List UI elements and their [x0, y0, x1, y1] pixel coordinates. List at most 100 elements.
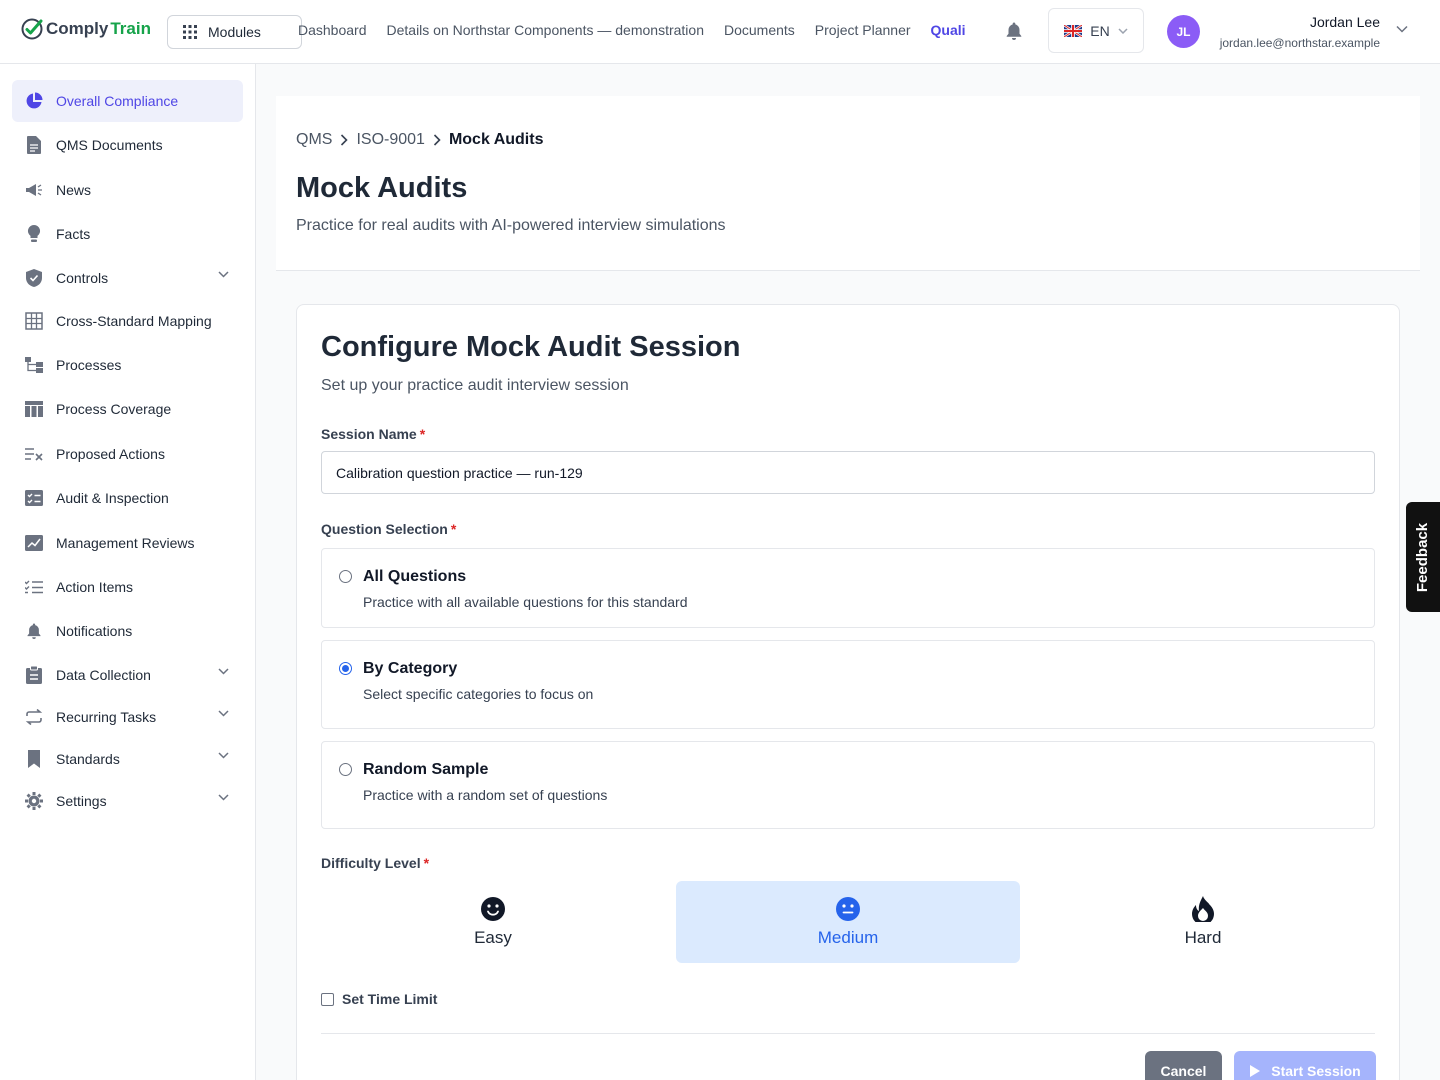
- sidebar-item-process-coverage[interactable]: Process Coverage: [12, 388, 243, 430]
- sidebar-item-label: Overall Compliance: [56, 93, 179, 109]
- check-circle-logo-icon: [21, 18, 43, 40]
- session-name-label-text: Session Name: [321, 426, 417, 442]
- time-limit-checkbox[interactable]: [321, 992, 334, 1006]
- sidebar-item-label: Action Items: [56, 579, 134, 595]
- user-name[interactable]: Jordan Lee: [1310, 14, 1380, 30]
- difficulty-hard-button[interactable]: Hard: [1031, 881, 1375, 963]
- option-description: Select specific categories to focus on: [363, 686, 594, 702]
- nav-quali[interactable]: Quali: [931, 22, 966, 38]
- option-random-sample[interactable]: Random Sample Practice with a random set…: [321, 741, 1375, 829]
- sidebar-item-news[interactable]: News: [12, 169, 243, 211]
- grid-icon: [24, 311, 44, 331]
- sidebar-item-recurring-tasks[interactable]: Recurring Tasks: [12, 696, 243, 738]
- sidebar-item-controls[interactable]: Controls: [12, 257, 243, 299]
- difficulty-label: Easy: [474, 928, 512, 947]
- document-icon: [24, 135, 44, 155]
- sidebar-item-label: Settings: [56, 793, 107, 809]
- option-all-questions[interactable]: All Questions Practice with all availabl…: [321, 548, 1375, 628]
- megaphone-icon: [24, 180, 44, 200]
- sidebar-item-qms-documents[interactable]: QMS Documents: [12, 124, 243, 166]
- repeat-icon: [24, 707, 44, 727]
- difficulty-medium-button[interactable]: Medium: [676, 881, 1020, 963]
- user-menu-chevron-icon[interactable]: [1396, 25, 1408, 33]
- question-selection-label-text: Question Selection: [321, 521, 448, 537]
- time-limit-row[interactable]: Set Time Limit: [321, 991, 437, 1007]
- required-asterisk: *: [419, 426, 426, 442]
- sidebar-item-overall-compliance[interactable]: Overall Compliance: [12, 80, 243, 122]
- nav-dashboard[interactable]: Dashboard: [298, 22, 367, 38]
- table-icon: [24, 399, 44, 419]
- sidebar-item-data-collection[interactable]: Data Collection: [12, 654, 243, 696]
- required-asterisk: *: [423, 855, 430, 871]
- sidebar-item-proposed-actions[interactable]: Proposed Actions: [12, 433, 243, 475]
- sidebar-item-label: Facts: [56, 226, 91, 242]
- top-bar: Comply Train Modules Dashboard Details on…: [0, 0, 1440, 64]
- breadcrumb-mock-audits: Mock Audits: [448, 131, 544, 148]
- sidebar-item-settings[interactable]: Settings: [12, 780, 243, 822]
- uk-flag-icon: [1064, 24, 1083, 37]
- chevron-down-icon[interactable]: [218, 710, 229, 717]
- session-name-input[interactable]: [321, 451, 1375, 494]
- sidebar-item-audit-inspection[interactable]: Audit & Inspection: [12, 477, 243, 519]
- nav-project-planner[interactable]: Project Planner: [815, 22, 911, 38]
- nav-project-details[interactable]: Details on Northstar Components — demons…: [387, 22, 704, 38]
- cancel-button[interactable]: Cancel: [1145, 1051, 1222, 1080]
- play-icon: [1250, 1065, 1261, 1077]
- sidebar-item-action-items[interactable]: Action Items: [12, 566, 243, 608]
- feedback-label: Feedback: [1414, 522, 1432, 592]
- sidebar-item-label: Notifications: [56, 623, 133, 639]
- language-label: EN: [1090, 22, 1110, 39]
- nav-documents[interactable]: Documents: [724, 22, 795, 38]
- option-by-category[interactable]: By Category Select specific categories t…: [321, 640, 1375, 729]
- language-selector[interactable]: EN: [1048, 8, 1144, 53]
- sidebar-item-notifications[interactable]: Notifications: [12, 610, 243, 652]
- modules-button[interactable]: Modules: [167, 15, 302, 49]
- sidebar-item-standards[interactable]: Standards: [12, 738, 243, 780]
- chevron-right-icon: [433, 134, 441, 146]
- feedback-tab[interactable]: Feedback: [1406, 502, 1440, 612]
- sidebar-item-facts[interactable]: Facts: [12, 213, 243, 255]
- chart-edit-icon: [24, 533, 44, 553]
- pie-chart-icon: [24, 91, 44, 111]
- difficulty-easy-button[interactable]: Easy: [321, 881, 665, 963]
- time-limit-label: Set Time Limit: [342, 991, 438, 1007]
- radio-random-sample[interactable]: [339, 763, 352, 776]
- sidebar-item-processes[interactable]: Processes: [12, 344, 243, 386]
- bell-icon[interactable]: [1005, 21, 1023, 41]
- sidebar-item-label: QMS Documents: [56, 137, 163, 153]
- breadcrumb: QMS ISO-9001 Mock Audits: [296, 131, 543, 149]
- breadcrumb-iso-9001[interactable]: ISO-9001: [356, 131, 424, 149]
- question-selection-label: Question Selection *: [321, 521, 456, 537]
- lightbulb-icon: [24, 224, 44, 244]
- radio-by-category[interactable]: [339, 662, 352, 675]
- chevron-down-icon[interactable]: [218, 794, 229, 801]
- sidebar-item-label: Cross-Standard Mapping: [56, 313, 212, 329]
- bell-icon: [24, 621, 44, 641]
- required-asterisk: *: [450, 521, 457, 537]
- avatar[interactable]: JL: [1167, 15, 1200, 48]
- sidebar-item-cross-standard-mapping[interactable]: Cross-Standard Mapping: [12, 300, 243, 342]
- user-email: jordan.lee@northstar.example: [1219, 36, 1380, 50]
- app-logo[interactable]: Comply Train: [20, 17, 151, 41]
- sidebar-item-management-reviews[interactable]: Management Reviews: [12, 522, 243, 564]
- neutral-face-icon: [836, 897, 860, 921]
- breadcrumb-qms[interactable]: QMS: [296, 131, 332, 149]
- flame-icon: [1192, 896, 1214, 922]
- sidebar-item-label: Processes: [56, 357, 122, 373]
- difficulty-label: Hard: [1184, 928, 1222, 947]
- smile-icon: [481, 897, 505, 921]
- sidebar-item-label: Audit & Inspection: [56, 490, 169, 506]
- grid-icon: [183, 25, 197, 39]
- checklist-icon: [24, 488, 44, 508]
- top-nav: Dashboard Details on Northstar Component…: [298, 22, 966, 38]
- radio-all-questions[interactable]: [339, 570, 352, 583]
- task-list-icon: [24, 577, 44, 597]
- chevron-down-icon[interactable]: [218, 752, 229, 759]
- divider: [321, 1033, 1375, 1034]
- chevron-down-icon[interactable]: [218, 668, 229, 675]
- chevron-down-icon[interactable]: [218, 271, 229, 278]
- difficulty-level-label: Difficulty Level *: [321, 855, 429, 871]
- clipboard-icon: [24, 665, 44, 685]
- start-session-button[interactable]: Start Session: [1234, 1051, 1376, 1080]
- option-description: Practice with all available questions fo…: [363, 594, 688, 610]
